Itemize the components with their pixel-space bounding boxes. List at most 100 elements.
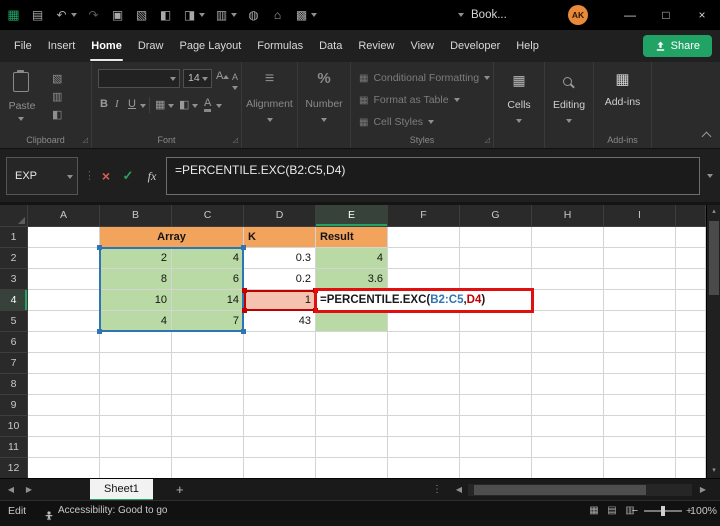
cell-C6[interactable] xyxy=(172,332,244,353)
cell-F7[interactable] xyxy=(388,353,460,374)
cell-F3[interactable] xyxy=(388,269,460,290)
cell-C10[interactable] xyxy=(172,416,244,437)
row-header-10[interactable]: 10 xyxy=(0,416,28,437)
cell-F2[interactable] xyxy=(388,248,460,269)
format-painter-icon[interactable]: ◧ xyxy=(158,0,173,30)
row-header-1[interactable]: 1 xyxy=(0,227,28,248)
hscroll-right-icon[interactable]: ▶ xyxy=(696,479,710,501)
cell-partial-6[interactable] xyxy=(676,332,706,353)
underline-button[interactable]: U xyxy=(128,98,136,110)
cell-B7[interactable] xyxy=(100,353,172,374)
cell-C8[interactable] xyxy=(172,374,244,395)
excel-app-icon[interactable]: ▦ xyxy=(6,0,21,30)
cell-B12[interactable] xyxy=(100,458,172,478)
tab-insert[interactable]: Insert xyxy=(40,30,84,62)
col-header-partial[interactable] xyxy=(676,205,706,227)
cell-C2[interactable]: 4 xyxy=(172,248,244,269)
cell-partial-8[interactable] xyxy=(676,374,706,395)
row-header-7[interactable]: 7 xyxy=(0,353,28,374)
tab-home[interactable]: Home xyxy=(83,30,130,62)
cell-D1[interactable]: K xyxy=(244,227,316,248)
tab-draw[interactable]: Draw xyxy=(130,30,172,62)
cell-styles-button[interactable]: ▦ Cell Styles xyxy=(359,113,435,131)
cell-G1[interactable] xyxy=(460,227,532,248)
decrease-font-button[interactable]: A xyxy=(232,72,241,92)
zoom-out-button[interactable]: − xyxy=(632,501,638,521)
cell-G5[interactable] xyxy=(460,311,532,332)
cell-B8[interactable] xyxy=(100,374,172,395)
horizontal-scroll-thumb[interactable] xyxy=(474,485,646,495)
cell-A5[interactable] xyxy=(28,311,100,332)
cell-C5[interactable]: 7 xyxy=(172,311,244,332)
tab-view[interactable]: View xyxy=(402,30,442,62)
cell-G9[interactable] xyxy=(460,395,532,416)
cell-I2[interactable] xyxy=(604,248,676,269)
row-header-3[interactable]: 3 xyxy=(0,269,28,290)
fill-color-button[interactable]: ◨ xyxy=(182,0,205,30)
cell-H9[interactable] xyxy=(532,395,604,416)
cell-D10[interactable] xyxy=(244,416,316,437)
cell-H1[interactable] xyxy=(532,227,604,248)
cell-A12[interactable] xyxy=(28,458,100,478)
fill-color-ribbon-button[interactable]: ◧ xyxy=(179,98,189,111)
zoom-slider[interactable] xyxy=(644,506,682,516)
styles-dialog-launcher[interactable]: ◿ xyxy=(485,136,490,144)
horizontal-scrollbar[interactable] xyxy=(468,484,692,496)
col-header-I[interactable]: I xyxy=(604,205,676,227)
cell-I6[interactable] xyxy=(604,332,676,353)
cell-C9[interactable] xyxy=(172,395,244,416)
cancel-button[interactable]: × xyxy=(96,157,116,195)
cell-G3[interactable] xyxy=(460,269,532,290)
cell-F8[interactable] xyxy=(388,374,460,395)
cell-B10[interactable] xyxy=(100,416,172,437)
cell-F6[interactable] xyxy=(388,332,460,353)
cell-A8[interactable] xyxy=(28,374,100,395)
cell-G2[interactable] xyxy=(460,248,532,269)
cell-I4[interactable] xyxy=(604,290,676,311)
conditional-formatting-button[interactable]: ▦ Conditional Formatting xyxy=(359,69,491,87)
cell-H3[interactable] xyxy=(532,269,604,290)
tab-data[interactable]: Data xyxy=(311,30,350,62)
cut-icon[interactable]: ▧ xyxy=(134,0,149,30)
formula-bar-splitter[interactable]: ⋮ xyxy=(84,157,95,195)
cell-partial-5[interactable] xyxy=(676,311,706,332)
cell-G6[interactable] xyxy=(460,332,532,353)
accessibility-status[interactable]: Accessibility: Good to go xyxy=(58,501,168,521)
row-header-5[interactable]: 5 xyxy=(0,311,28,332)
row-header-4[interactable]: 4 xyxy=(0,290,28,311)
cell-A10[interactable] xyxy=(28,416,100,437)
cell-D9[interactable] xyxy=(244,395,316,416)
tab-review[interactable]: Review xyxy=(350,30,402,62)
cell-G12[interactable] xyxy=(460,458,532,478)
cell-E9[interactable] xyxy=(316,395,388,416)
cell-I1[interactable] xyxy=(604,227,676,248)
cell-E1[interactable]: Result xyxy=(316,227,388,248)
row-header-8[interactable]: 8 xyxy=(0,374,28,395)
cell-H8[interactable] xyxy=(532,374,604,395)
cell-D2[interactable]: 0.3 xyxy=(244,248,316,269)
cell-F5[interactable] xyxy=(388,311,460,332)
cell-E6[interactable] xyxy=(316,332,388,353)
col-header-G[interactable]: G xyxy=(460,205,532,227)
italic-button[interactable]: I xyxy=(115,98,119,110)
cell-B3[interactable]: 8 xyxy=(100,269,172,290)
vertical-scroll-thumb[interactable] xyxy=(709,221,719,295)
select-all-corner[interactable] xyxy=(0,205,28,227)
cell-D11[interactable] xyxy=(244,437,316,458)
copy-button[interactable]: ▥ xyxy=(52,90,62,103)
zoom-slider-thumb[interactable] xyxy=(661,506,665,516)
cell-A2[interactable] xyxy=(28,248,100,269)
col-header-H[interactable]: H xyxy=(532,205,604,227)
cell-partial-9[interactable] xyxy=(676,395,706,416)
cell-B9[interactable] xyxy=(100,395,172,416)
cell-A3[interactable] xyxy=(28,269,100,290)
clipboard-dialog-launcher[interactable]: ◿ xyxy=(83,136,88,144)
cell-H11[interactable] xyxy=(532,437,604,458)
cell-D6[interactable] xyxy=(244,332,316,353)
scroll-down-icon[interactable]: ▾ xyxy=(707,464,720,478)
tab-page-layout[interactable]: Page Layout xyxy=(171,30,249,62)
cell-D12[interactable] xyxy=(244,458,316,478)
cut-button[interactable]: ▧ xyxy=(52,72,62,85)
cell-G10[interactable] xyxy=(460,416,532,437)
cell-A9[interactable] xyxy=(28,395,100,416)
